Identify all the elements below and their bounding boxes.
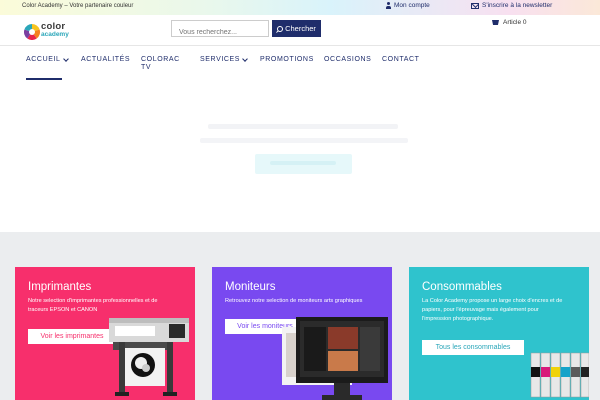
card-desc-line: Retrouvez notre selection de moniteurs a… <box>225 298 363 304</box>
all-consumables-button[interactable]: Tous les consommables <box>422 340 524 355</box>
ink-cartridges-image <box>530 352 589 398</box>
cart-link[interactable]: Article 0 <box>492 19 526 26</box>
nav-item-accueil[interactable]: ACCUEIL <box>26 56 69 64</box>
header-divider <box>0 45 600 46</box>
search-input[interactable] <box>172 25 268 40</box>
nav-item-occasions[interactable]: OCCASIONS <box>324 56 371 64</box>
card-desc-line: La Color Academy propose un large choix … <box>422 298 563 304</box>
search-button-label: Chercher <box>285 24 316 33</box>
account-link[interactable]: Mon compte <box>386 2 430 9</box>
monitor-image <box>282 317 388 400</box>
cart-icon <box>492 20 499 25</box>
tagline: Color Academy – Votre partenaire couleur <box>22 3 134 9</box>
nav-label: OCCASIONS <box>324 56 372 63</box>
nav-item-actualites[interactable]: ACTUALITÉS <box>81 56 130 64</box>
card-desc-line: papiers, pour l'épreuvage mais également… <box>422 307 539 313</box>
hero-text-placeholder <box>208 124 398 129</box>
card-monitors: Moniteurs Retrouvez notre selection de m… <box>212 267 392 400</box>
nav-label: COLORAC <box>141 56 180 63</box>
nav-label: ACCUEIL <box>26 56 61 63</box>
nav-item-colorac-tv[interactable]: COLORAC TV <box>141 56 180 72</box>
chevron-down-icon <box>62 56 69 62</box>
card-description: Retrouvez notre selection de moniteurs a… <box>225 297 362 306</box>
cart-label: Article 0 <box>503 19 527 26</box>
nav-item-promotions[interactable]: PROMOTIONS <box>260 56 314 64</box>
account-label: Mon compte <box>394 2 430 9</box>
nav-label-line2: TV <box>141 64 152 71</box>
card-title: Imprimantes <box>28 281 92 293</box>
mail-icon <box>471 2 479 9</box>
nav-label: PROMOTIONS <box>260 56 314 63</box>
nav-item-services[interactable]: SERVICES <box>200 56 248 64</box>
user-icon <box>386 2 391 9</box>
newsletter-label: S'inscrire à la newsletter <box>482 2 553 9</box>
logo-wheel-icon <box>24 24 40 40</box>
card-title: Moniteurs <box>225 281 276 293</box>
chevron-down-icon <box>242 56 248 62</box>
logo-word-academy: academy <box>41 31 69 38</box>
card-description: La Color Academy propose un large choix … <box>422 297 562 324</box>
see-printers-button[interactable]: Voir les imprimantes <box>28 329 116 344</box>
card-desc-line: Notre selection d'imprimantes profession… <box>28 298 158 304</box>
card-consumables: Consommables La Color Academy propose un… <box>409 267 589 400</box>
card-title: Consommables <box>422 281 502 293</box>
card-printers: Imprimantes Notre selection d'imprimante… <box>15 267 195 400</box>
site-logo[interactable]: color academy <box>24 21 84 44</box>
card-desc-line: l'impression photographique. <box>422 316 494 322</box>
search-button[interactable]: Chercher <box>272 20 321 37</box>
search-box <box>171 20 269 40</box>
nav-label: CONTACT <box>382 56 420 63</box>
nav-item-contact[interactable]: CONTACT <box>382 56 420 64</box>
hero-button-text-placeholder <box>270 161 336 165</box>
nav-label: ACTUALITÉS <box>81 56 131 63</box>
hero-text-placeholder <box>200 138 408 143</box>
newsletter-link[interactable]: S'inscrire à la newsletter <box>471 2 552 9</box>
nav-label: SERVICES <box>200 56 241 63</box>
top-bar: Color Academy – Votre partenaire couleur… <box>0 0 600 15</box>
printer-image <box>109 318 189 396</box>
search-icon <box>277 25 284 32</box>
